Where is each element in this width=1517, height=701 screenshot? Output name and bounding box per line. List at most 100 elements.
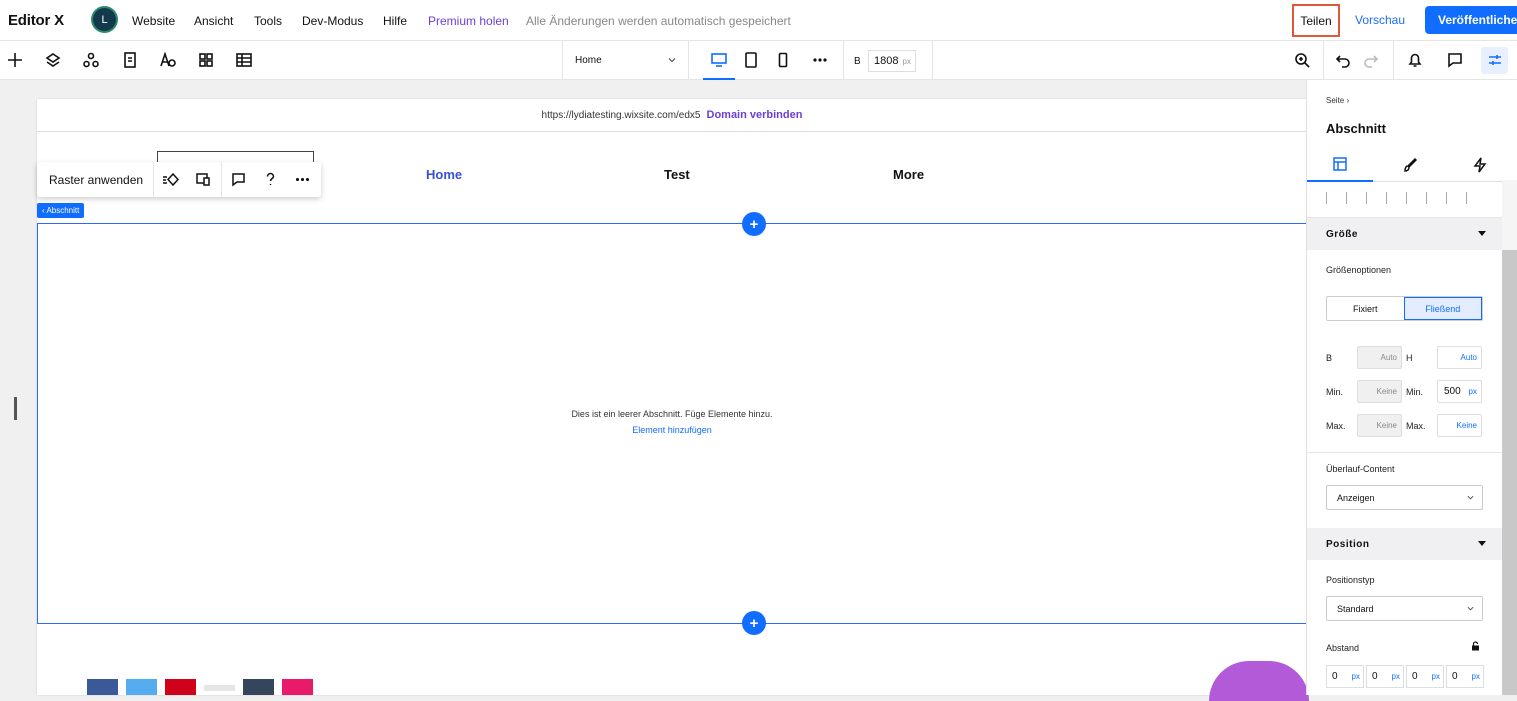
fluid-option[interactable]: Fließend — [1403, 297, 1482, 320]
add-section-above-button[interactable]: + — [742, 212, 766, 236]
mobile-icon[interactable] — [774, 51, 792, 69]
apps-icon[interactable] — [197, 51, 215, 69]
min-height-input[interactable]: 500 px — [1437, 380, 1482, 403]
preview-button[interactable]: Vorschau — [1355, 13, 1405, 27]
menu-help[interactable]: Hilfe — [383, 14, 407, 28]
height-label: H — [1406, 353, 1413, 363]
alignment-tools — [1326, 192, 1486, 204]
page-selector[interactable]: Home — [562, 41, 689, 80]
spacing-bottom-input[interactable]: 0 px — [1406, 665, 1444, 688]
spacing-right-input[interactable]: 0 px — [1366, 665, 1404, 688]
width-input[interactable]: Auto — [1357, 346, 1402, 369]
canvas-width-input[interactable]: 1808 px — [868, 50, 916, 72]
pages-icon[interactable] — [121, 51, 139, 69]
canvas-resize-handle[interactable] — [14, 397, 17, 420]
more-breakpoints-icon[interactable] — [811, 51, 829, 69]
align-middle-icon[interactable] — [1406, 192, 1418, 204]
align-right-icon[interactable] — [1366, 192, 1378, 204]
align-bottom-icon[interactable] — [1426, 192, 1438, 204]
add-element-link[interactable]: Element hinzufügen — [37, 425, 1307, 435]
typography-icon[interactable] — [159, 51, 177, 69]
connect-domain-link[interactable]: Domain verbinden — [707, 109, 803, 121]
zoom-icon[interactable] — [1293, 51, 1311, 69]
lock-icon[interactable] — [1471, 641, 1480, 651]
section-tag[interactable]: ‹ Abschnitt — [37, 203, 85, 218]
menu-dev-mode[interactable]: Dev-Modus — [302, 14, 363, 28]
distribute-v-icon[interactable] — [1466, 192, 1478, 204]
position-type-dropdown[interactable]: Standard — [1326, 596, 1483, 621]
site-url-bar: https://lydiatesting.wixsite.com/edx5 Do… — [37, 99, 1307, 132]
align-left-icon[interactable] — [1326, 192, 1338, 204]
layout-animation-icon[interactable] — [162, 171, 180, 188]
tumblr-icon[interactable] — [243, 679, 274, 695]
instagram-icon[interactable] — [282, 679, 313, 695]
brush-icon — [1404, 157, 1418, 172]
facebook-icon[interactable] — [87, 679, 118, 695]
spacing-inputs: 0 px 0 px 0 px 0 px — [1326, 665, 1486, 688]
selected-section[interactable] — [37, 223, 1307, 624]
redo-icon[interactable] — [1362, 51, 1380, 69]
size-section-header[interactable]: Größe — [1307, 218, 1502, 250]
position-section-title: Position — [1326, 538, 1370, 550]
min-width-input[interactable]: Keine — [1357, 380, 1402, 403]
site-avatar[interactable]: L — [93, 8, 116, 31]
divider — [153, 162, 154, 197]
spacing-left-input[interactable]: 0 px — [1446, 665, 1484, 688]
breadcrumb[interactable]: Seite › — [1326, 96, 1349, 105]
fixed-option[interactable]: Fixiert — [1327, 297, 1404, 320]
undo-icon[interactable] — [1334, 51, 1352, 69]
layers-icon[interactable] — [44, 51, 62, 69]
align-top-icon[interactable] — [1386, 192, 1398, 204]
comment-icon[interactable] — [230, 171, 247, 188]
pinterest-icon[interactable] — [204, 679, 235, 695]
overflow-label: Überlauf-Content — [1326, 464, 1395, 474]
scrollbar-thumb[interactable] — [1502, 250, 1517, 695]
tab-layout[interactable] — [1307, 148, 1373, 182]
spacing-top-value: 0 — [1332, 671, 1338, 682]
spacing-right-value: 0 — [1372, 671, 1378, 682]
tab-interactions[interactable] — [1447, 148, 1513, 182]
nav-item-more[interactable]: More — [893, 167, 924, 182]
collapse-arrow-icon — [1478, 231, 1486, 236]
add-section-below-button[interactable]: + — [742, 611, 766, 635]
min-width-label: Min. — [1326, 387, 1344, 397]
unit-label: px — [1471, 672, 1480, 681]
responsive-behavior-icon[interactable] — [195, 171, 212, 188]
canvas-width-value: 1808 — [874, 55, 899, 67]
divider — [221, 162, 222, 197]
menu-tools[interactable]: Tools — [254, 14, 282, 28]
spacing-top-input[interactable]: 0 px — [1326, 665, 1364, 688]
tablet-icon[interactable] — [742, 51, 760, 69]
desktop-icon[interactable] — [710, 51, 728, 69]
apply-grid-button[interactable]: Raster anwenden — [49, 173, 143, 187]
panel-scrollbar[interactable] — [1502, 180, 1517, 695]
align-center-icon[interactable] — [1346, 192, 1358, 204]
cms-table-icon[interactable] — [235, 51, 253, 69]
nav-item-home[interactable]: Home — [426, 167, 462, 182]
youtube-icon[interactable] — [165, 679, 196, 695]
tab-design[interactable] — [1377, 148, 1443, 182]
height-input[interactable]: Auto — [1437, 346, 1482, 369]
premium-link[interactable]: Premium holen — [428, 14, 509, 28]
position-section-header[interactable]: Position — [1307, 528, 1502, 560]
width-label: B — [1326, 353, 1333, 363]
share-button[interactable]: Teilen — [1292, 4, 1340, 37]
overflow-dropdown[interactable]: Anzeigen — [1326, 485, 1483, 510]
help-icon[interactable] — [262, 171, 279, 188]
max-height-input[interactable]: Keine — [1437, 414, 1482, 437]
menu-view[interactable]: Ansicht — [194, 14, 233, 28]
distribute-h-icon[interactable] — [1446, 192, 1458, 204]
comments-icon[interactable] — [1446, 51, 1464, 69]
twitter-icon[interactable] — [126, 679, 157, 695]
add-icon[interactable] — [6, 51, 24, 69]
max-width-input[interactable]: Keine — [1357, 414, 1402, 437]
more-actions-icon[interactable] — [294, 171, 311, 188]
components-icon[interactable] — [82, 51, 100, 69]
position-type-value: Standard — [1337, 603, 1374, 614]
publish-button[interactable]: Veröffentlichen — [1425, 6, 1517, 34]
menu-website[interactable]: Website — [132, 14, 175, 28]
settings-sliders-icon[interactable] — [1486, 51, 1504, 69]
nav-item-test[interactable]: Test — [664, 167, 690, 182]
notifications-bell-icon[interactable] — [1406, 51, 1424, 69]
chevron-down-icon — [1467, 495, 1474, 500]
